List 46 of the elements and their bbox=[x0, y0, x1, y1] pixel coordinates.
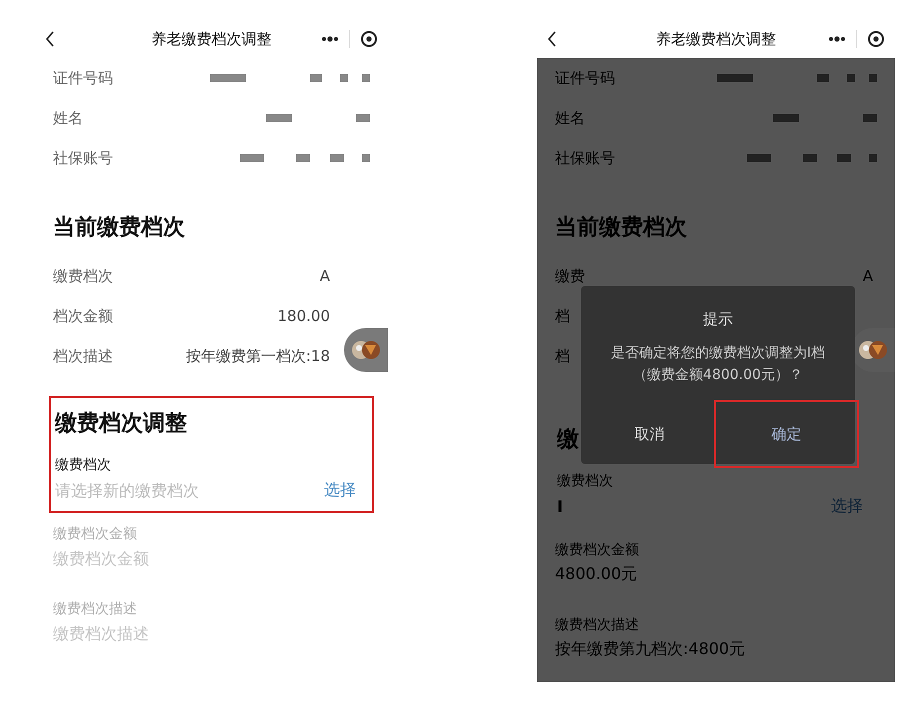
field-label: 档 bbox=[555, 306, 570, 326]
field-value: A bbox=[862, 267, 873, 285]
section-heading: 当前缴费档次 bbox=[53, 214, 185, 242]
dialog-message: 是否确定将您的缴费档次调整为I档（缴费金额4800.00元）？ bbox=[610, 344, 826, 385]
input-field[interactable]: 按年缴费第九档次:4800元 bbox=[555, 640, 755, 659]
field-label: 缴费档次描述 bbox=[555, 616, 640, 634]
field-label: 缴费档次 bbox=[557, 472, 614, 490]
section-heading: 缴费档次调整 bbox=[55, 410, 187, 438]
field-label: 档次描述 bbox=[53, 346, 113, 366]
field-label: 社保账号 bbox=[53, 148, 113, 168]
section-heading: 当前缴费档次 bbox=[555, 214, 687, 242]
field-value: A bbox=[320, 267, 330, 285]
field-label: 缴费档次 bbox=[53, 266, 113, 286]
input-field[interactable]: 缴费档次描述 bbox=[53, 624, 253, 643]
back-icon[interactable] bbox=[45, 31, 55, 47]
field-label: 缴费档次金额 bbox=[53, 525, 138, 543]
field-label: 缴费档次金额 bbox=[555, 541, 640, 559]
input-field[interactable]: 缴费档次金额 bbox=[53, 549, 253, 568]
field-label: 档次金额 bbox=[53, 306, 113, 326]
field-label: 档 bbox=[555, 346, 570, 366]
dialog-title: 提示 bbox=[702, 310, 734, 329]
field-value: 按年缴费第一档次:18 bbox=[186, 346, 330, 366]
dialog-button[interactable]: 取消 bbox=[581, 404, 718, 464]
field-label: 社保账号 bbox=[555, 148, 615, 168]
field-label: 姓名 bbox=[555, 108, 585, 128]
tier-input-field[interactable]: 请选择新的缴费档次 bbox=[55, 481, 255, 500]
select-link[interactable]: 选择 bbox=[324, 480, 368, 501]
select-link[interactable]: 选择 bbox=[831, 496, 875, 517]
field-label: 缴费 bbox=[555, 266, 585, 286]
floating-avatar[interactable] bbox=[344, 328, 388, 372]
field-label: 缴费档次 bbox=[55, 456, 112, 474]
field-value: 180.00 bbox=[278, 307, 330, 325]
field-label: 缴费档次描述 bbox=[53, 600, 138, 618]
target-icon[interactable] bbox=[867, 30, 885, 48]
more-icon[interactable] bbox=[828, 36, 846, 42]
tier-input-field[interactable]: I bbox=[557, 497, 571, 516]
field-label: 姓名 bbox=[53, 108, 83, 128]
window-title: 养老缴费档次调整 bbox=[656, 30, 776, 48]
field-label: 证件号码 bbox=[555, 68, 615, 88]
more-icon[interactable] bbox=[321, 36, 339, 42]
input-field[interactable]: 4800.00元 bbox=[555, 565, 755, 584]
back-icon[interactable] bbox=[547, 31, 557, 47]
section-heading: 缴 bbox=[557, 426, 579, 454]
field-label: 证件号码 bbox=[53, 68, 113, 88]
window-title: 养老缴费档次调整 bbox=[152, 30, 272, 48]
target-icon[interactable] bbox=[360, 30, 378, 48]
